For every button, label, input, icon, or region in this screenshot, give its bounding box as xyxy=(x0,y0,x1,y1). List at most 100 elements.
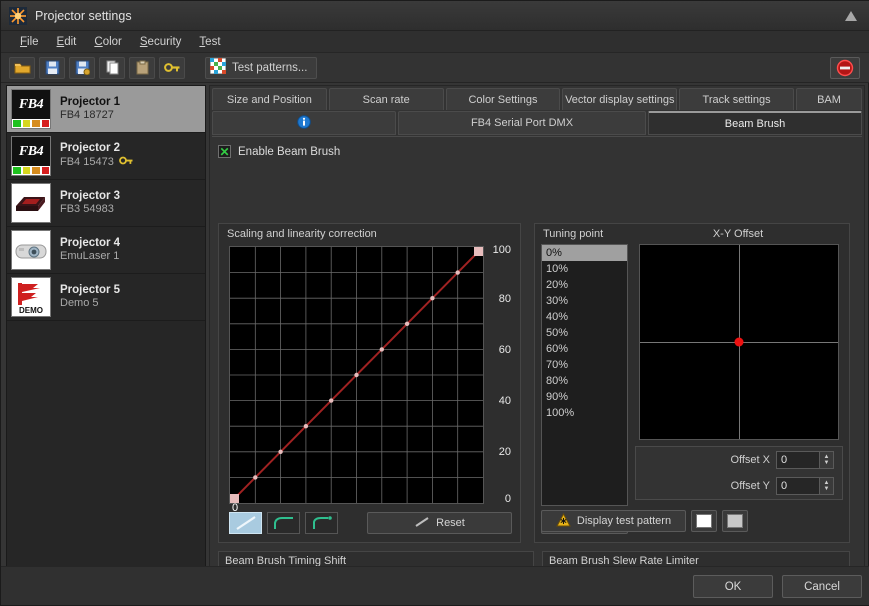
menu-edit[interactable]: Edit xyxy=(48,34,86,50)
tab-bar-primary: Size and Position Scan rate Color Settin… xyxy=(210,86,864,110)
y-tick: 60 xyxy=(499,344,511,356)
curve-ramp-button[interactable] xyxy=(305,512,338,534)
swatch-white xyxy=(696,514,712,528)
window-shade-icon[interactable] xyxy=(840,7,862,25)
y-tick: 100 xyxy=(493,244,511,256)
tab-fb4-serial-port-dmx[interactable]: FB4 Serial Port DMX xyxy=(398,111,646,135)
menu-security[interactable]: Security xyxy=(131,34,191,50)
display-test-pattern-label: Display test pattern xyxy=(577,515,671,527)
titlebar: Projector settings xyxy=(1,1,869,31)
list-item[interactable]: Projector 4 EmuLaser 1 xyxy=(7,227,205,274)
projector-list[interactable]: FB4 Projector 1 FB4 18727 FB4 Projector … xyxy=(6,85,206,568)
tuning-point-item[interactable]: 80% xyxy=(542,373,627,389)
tuning-point-item[interactable]: 10% xyxy=(542,261,627,277)
offset-x-value[interactable]: 0 xyxy=(777,452,819,468)
offset-y-row: Offset Y 0 ▲▼ xyxy=(636,473,842,499)
y-tick: 20 xyxy=(499,446,511,458)
reset-curve-button[interactable]: Reset xyxy=(367,512,512,534)
projector-device: FB4 15473 xyxy=(60,156,114,170)
offset-x-row: Offset X 0 ▲▼ xyxy=(636,447,842,473)
beam-brush-pane: ✕ Enable Beam Brush Scaling and linearit… xyxy=(212,136,862,565)
key-icon[interactable] xyxy=(159,57,185,79)
offset-y-value[interactable]: 0 xyxy=(777,478,819,494)
swatch-white-button[interactable] xyxy=(691,510,717,532)
list-item[interactable]: DEMO Projector 5 Demo 5 xyxy=(7,274,205,321)
tab-vector-display-settings[interactable]: Vector display settings xyxy=(562,88,677,110)
save-as-icon[interactable] xyxy=(69,57,95,79)
tuning-point-list[interactable]: 0%10%20%30%40%50%60%70%80%90%100% xyxy=(541,244,628,506)
enable-beam-brush-label: Enable Beam Brush xyxy=(238,146,340,158)
tab-beam-brush[interactable]: Beam Brush xyxy=(648,111,862,135)
tab-size-and-position[interactable]: Size and Position xyxy=(212,88,327,110)
offset-y-label: Offset Y xyxy=(731,480,770,492)
slew-rate-label: Beam Brush Slew Rate Limiter xyxy=(543,552,849,567)
save-icon[interactable] xyxy=(39,57,65,79)
timing-shift-label: Beam Brush Timing Shift xyxy=(219,552,533,567)
chart-y-axis: 100 80 60 40 20 0 xyxy=(487,246,513,504)
test-patterns-button[interactable]: Test patterns... xyxy=(205,57,317,79)
xy-offset-handle[interactable] xyxy=(735,338,744,347)
stop-no-entry-icon[interactable] xyxy=(830,57,860,79)
tab-bam[interactable]: BAM xyxy=(796,88,862,110)
demo-flag-icon: DEMO xyxy=(11,277,51,317)
test-patterns-label: Test patterns... xyxy=(232,62,307,74)
menu-color[interactable]: Color xyxy=(85,34,131,50)
tab-scan-rate[interactable]: Scan rate xyxy=(329,88,444,110)
enable-beam-brush-row[interactable]: ✕ Enable Beam Brush xyxy=(212,137,862,158)
scaling-group-title: Scaling and linearity correction xyxy=(219,224,520,240)
display-test-pattern-button[interactable]: Display test pattern xyxy=(541,510,686,532)
tuning-point-item[interactable]: 60% xyxy=(542,341,627,357)
key-icon xyxy=(119,155,134,171)
copy-icon[interactable] xyxy=(99,57,125,79)
curve-sshape-button[interactable] xyxy=(267,512,300,534)
list-item[interactable]: FB4 Projector 1 FB4 18727 xyxy=(7,86,205,133)
offset-y-stepper[interactable]: 0 ▲▼ xyxy=(776,477,834,495)
offset-x-spin-arrows[interactable]: ▲▼ xyxy=(819,452,833,468)
list-item[interactable]: FB4 Projector 2 FB4 15473 xyxy=(7,133,205,180)
enable-beam-brush-checkbox[interactable]: ✕ xyxy=(218,145,231,158)
tuning-point-item[interactable]: 0% xyxy=(542,245,627,261)
swatch-gray-button[interactable] xyxy=(722,510,748,532)
fb4-icon: FB4 xyxy=(11,136,51,176)
tab-color-settings[interactable]: Color Settings xyxy=(446,88,561,110)
ok-button[interactable]: OK xyxy=(693,575,773,598)
swatch-gray xyxy=(727,514,743,528)
projector-name: Projector 5 xyxy=(60,283,120,297)
xy-offset-pad[interactable] xyxy=(639,244,839,440)
curve-linear-button[interactable] xyxy=(229,512,262,534)
y-tick: 80 xyxy=(499,293,511,305)
y-tick: 40 xyxy=(499,395,511,407)
dialog-footer: OK Cancel xyxy=(1,566,869,605)
tuning-point-item[interactable]: 20% xyxy=(542,277,627,293)
diagonal-line-icon xyxy=(414,516,430,531)
checker-pattern-icon xyxy=(210,58,226,77)
tab-track-settings[interactable]: Track settings xyxy=(679,88,794,110)
offset-x-stepper[interactable]: 0 ▲▼ xyxy=(776,451,834,469)
offset-y-spin-arrows[interactable]: ▲▼ xyxy=(819,478,833,494)
laser-warning-icon xyxy=(556,513,571,530)
menu-file[interactable]: FFileile xyxy=(11,34,48,50)
tuning-point-item[interactable]: 50% xyxy=(542,325,627,341)
tuning-point-item[interactable]: 100% xyxy=(542,405,627,421)
toolbar: Test patterns... xyxy=(1,53,869,83)
open-folder-icon[interactable] xyxy=(9,57,35,79)
info-icon xyxy=(297,115,311,132)
chart-plot-area[interactable] xyxy=(229,246,484,504)
tab-info[interactable] xyxy=(212,111,396,135)
tuning-point-item[interactable]: 30% xyxy=(542,293,627,309)
menu-test[interactable]: Test xyxy=(190,34,229,50)
starburst-icon xyxy=(9,7,27,25)
tuning-point-item[interactable]: 40% xyxy=(542,309,627,325)
paste-icon[interactable] xyxy=(129,57,155,79)
projector-device: FB3 54983 xyxy=(60,203,114,217)
menubar: FFileile Edit Color Security Test xyxy=(1,31,869,53)
tuning-point-item[interactable]: 70% xyxy=(542,357,627,373)
scaling-chart[interactable]: 100 80 60 40 20 0 0 xyxy=(229,246,512,528)
fb4-icon: FB4 xyxy=(11,89,51,129)
tuning-point-item[interactable]: 90% xyxy=(542,389,627,405)
list-item[interactable]: Projector 3 FB3 54983 xyxy=(7,180,205,227)
xy-offset-title: X-Y Offset xyxy=(631,228,845,240)
projector-name: Projector 1 xyxy=(60,95,120,109)
projector-name: Projector 2 xyxy=(60,141,134,155)
cancel-button[interactable]: Cancel xyxy=(782,575,862,598)
